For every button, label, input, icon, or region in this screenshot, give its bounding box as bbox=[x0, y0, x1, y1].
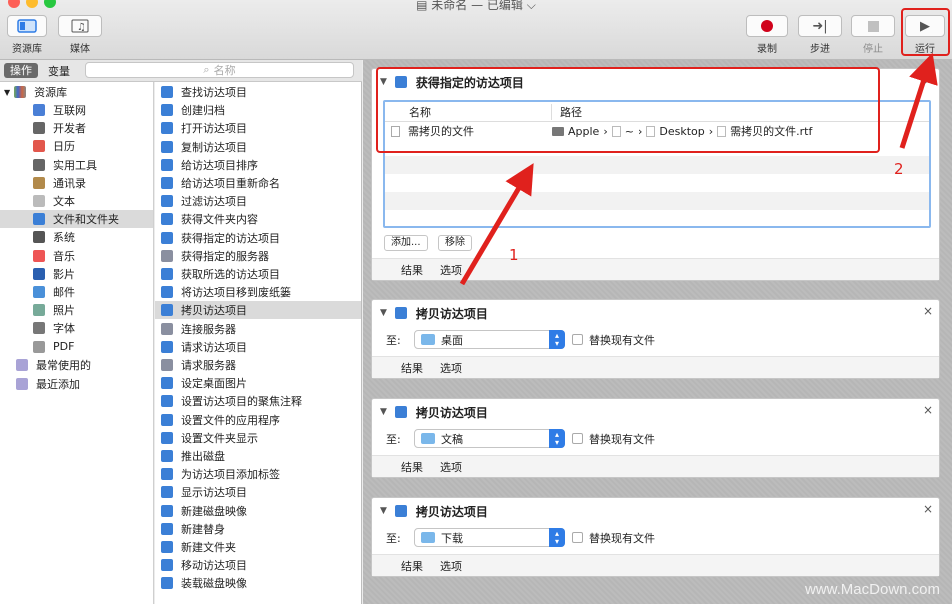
annotation-arrows bbox=[459, 52, 938, 286]
annotation-number-1: 1 bbox=[509, 246, 519, 264]
annotation-number-2: 2 bbox=[894, 160, 904, 178]
automator-window: ▤ 未命名 — 已编辑 ⌵ 资源库 ♫ 媒体 录制 ➜| 步进 停止 ▶ 运行 … bbox=[0, 0, 952, 604]
annotation-arrow-2 bbox=[899, 52, 938, 149]
annotation-arrow-1 bbox=[459, 163, 534, 286]
